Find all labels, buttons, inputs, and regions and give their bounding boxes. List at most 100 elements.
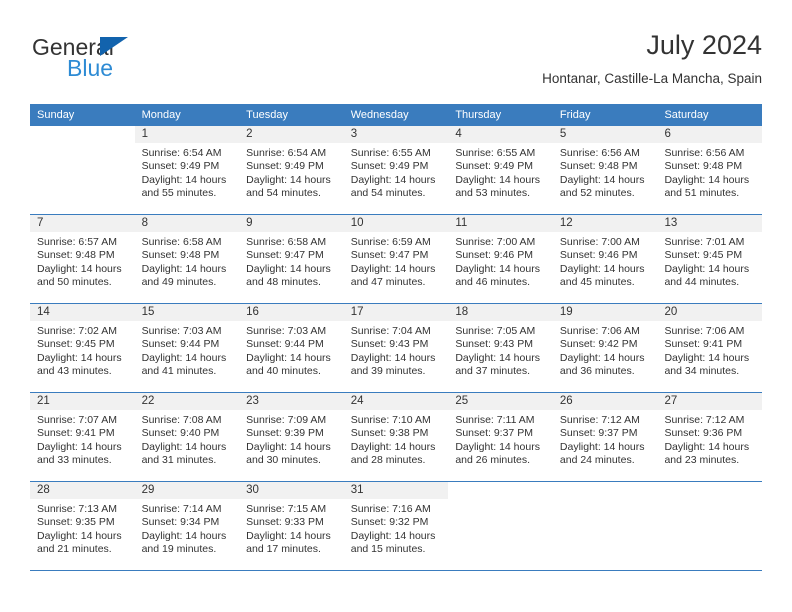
calendar-day-cell[interactable]: 8 Sunrise: 6:58 AM Sunset: 9:48 PM Daylight… bbox=[134, 215, 240, 303]
sunset-text: Sunset: 9:48 PM bbox=[559, 160, 638, 173]
sunrise-text: Sunrise: 6:57 AM bbox=[37, 236, 117, 248]
sunset-text: Sunset: 9:42 PM bbox=[559, 338, 638, 351]
title-block: July 2024 Hontanar, Castille-La Mancha, … bbox=[542, 28, 762, 87]
day-number: 25 bbox=[448, 393, 553, 410]
calendar-day-cell[interactable]: 11 Sunrise: 7:00 AM Sunset: 9:46 PM Dayligh… bbox=[448, 215, 553, 303]
daylight-text-line2: and 45 minutes. bbox=[559, 276, 635, 289]
calendar-day-cell[interactable]: 17 Sunrise: 7:04 AM Sunset: 9:43 PM Dayligh… bbox=[343, 304, 449, 392]
day-sun-info: Sunrise: 6:55 AM Sunset: 9:49 PM Daylight:… bbox=[344, 143, 449, 201]
daylight-text-line2: and 23 minutes. bbox=[664, 454, 740, 467]
sunrise-text: Sunrise: 7:15 AM bbox=[246, 503, 327, 515]
sunset-text: Sunset: 9:49 PM bbox=[455, 160, 533, 173]
weekday-header-sunday: Sunday bbox=[37, 109, 75, 121]
calendar-day-cell[interactable]: 30 Sunrise: 7:15 AM Sunset: 9:33 PM Dayligh… bbox=[239, 482, 344, 570]
daylight-text-line2: and 50 minutes. bbox=[37, 276, 112, 289]
calendar-day-cell[interactable]: 24 Sunrise: 7:10 AM Sunset: 9:38 PM Dayligh… bbox=[343, 393, 449, 481]
sunrise-text: Sunrise: 6:58 AM bbox=[246, 236, 327, 248]
daylight-text-line2: and 19 minutes. bbox=[141, 543, 217, 556]
calendar-day-cell[interactable]: 19 Sunrise: 7:06 AM Sunset: 9:42 PM Dayligh… bbox=[552, 304, 658, 392]
day-sun-info: Sunrise: 7:09 AM Sunset: 9:39 PM Daylight:… bbox=[239, 410, 344, 468]
calendar-day-cell[interactable]: 29 Sunrise: 7:14 AM Sunset: 9:34 PM Dayligh… bbox=[134, 482, 240, 570]
daylight-text-line1: Daylight: 14 hours bbox=[559, 440, 645, 453]
day-number: 21 bbox=[30, 393, 135, 410]
sunrise-text: Sunrise: 7:12 AM bbox=[559, 414, 640, 426]
day-sun-info: Sunrise: 6:55 AM Sunset: 9:49 PM Daylight:… bbox=[448, 143, 553, 201]
calendar-day-cell[interactable]: 1 Sunrise: 6:54 AM Sunset: 9:49 PM Daylight… bbox=[134, 126, 240, 214]
sunrise-text: Sunrise: 6:56 AM bbox=[559, 147, 640, 159]
calendar-day-cell[interactable]: 10 Sunrise: 6:59 AM Sunset: 9:47 PM Dayligh… bbox=[343, 215, 449, 303]
daylight-text-line2: and 49 minutes. bbox=[141, 276, 217, 289]
calendar-day-cell[interactable]: 13 Sunrise: 7:01 AM Sunset: 9:45 PM Dayligh… bbox=[657, 215, 763, 303]
day-sun-info: Sunrise: 6:56 AM Sunset: 9:48 PM Daylight:… bbox=[657, 143, 762, 201]
sunrise-text: Sunrise: 7:02 AM bbox=[37, 325, 117, 337]
calendar-day-cell[interactable]: 18 Sunrise: 7:05 AM Sunset: 9:43 PM Dayligh… bbox=[448, 304, 553, 392]
sunset-text: Sunset: 9:43 PM bbox=[350, 338, 429, 351]
day-sun-info: Sunrise: 7:05 AM Sunset: 9:43 PM Daylight:… bbox=[448, 321, 553, 379]
calendar-day-cell-empty bbox=[552, 482, 658, 570]
daylight-text-line1: Daylight: 14 hours bbox=[141, 351, 227, 364]
calendar-day-cell[interactable]: 22 Sunrise: 7:08 AM Sunset: 9:40 PM Dayligh… bbox=[134, 393, 240, 481]
day-number: 3 bbox=[343, 126, 449, 143]
triangle-icon bbox=[100, 37, 128, 56]
day-number: 1 bbox=[134, 126, 240, 143]
daylight-text-line2: and 26 minutes. bbox=[455, 454, 531, 467]
day-number bbox=[448, 482, 553, 499]
calendar-day-cell[interactable]: 2 Sunrise: 6:54 AM Sunset: 9:49 PM Daylight… bbox=[239, 126, 344, 214]
calendar-day-cell[interactable]: 9 Sunrise: 6:58 AM Sunset: 9:47 PM Daylight… bbox=[239, 215, 344, 303]
sunset-text: Sunset: 9:41 PM bbox=[664, 338, 743, 351]
sunset-text: Sunset: 9:38 PM bbox=[350, 427, 429, 440]
sunrise-text: Sunrise: 7:05 AM bbox=[455, 325, 536, 337]
daylight-text-line2: and 43 minutes. bbox=[37, 365, 112, 378]
calendar-day-cell[interactable]: 12 Sunrise: 7:00 AM Sunset: 9:46 PM Dayligh… bbox=[552, 215, 658, 303]
daylight-text-line2: and 48 minutes. bbox=[246, 276, 321, 289]
calendar-day-cell[interactable]: 31 Sunrise: 7:16 AM Sunset: 9:32 PM Dayligh… bbox=[343, 482, 449, 570]
calendar-day-cell[interactable]: 7 Sunrise: 6:57 AM Sunset: 9:48 PM Daylight… bbox=[30, 215, 135, 303]
calendar-day-cell[interactable]: 25 Sunrise: 7:11 AM Sunset: 9:37 PM Dayligh… bbox=[448, 393, 553, 481]
sunrise-text: Sunrise: 7:14 AM bbox=[141, 503, 222, 515]
calendar-day-cell[interactable]: 14 Sunrise: 7:02 AM Sunset: 9:45 PM Dayligh… bbox=[30, 304, 135, 392]
logo-text-blue: Blue bbox=[67, 55, 114, 81]
daylight-text-line1: Daylight: 14 hours bbox=[455, 173, 540, 186]
calendar-day-cell[interactable]: 4 Sunrise: 6:55 AM Sunset: 9:49 PM Daylight… bbox=[448, 126, 553, 214]
day-number: 31 bbox=[343, 482, 449, 499]
calendar-day-cell[interactable]: 3 Sunrise: 6:55 AM Sunset: 9:49 PM Daylight… bbox=[343, 126, 449, 214]
day-sun-info: Sunrise: 7:08 AM Sunset: 9:40 PM Daylight:… bbox=[135, 410, 240, 468]
daylight-text-line1: Daylight: 14 hours bbox=[246, 351, 331, 364]
daylight-text-line1: Daylight: 14 hours bbox=[664, 351, 750, 364]
calendar-day-cell[interactable]: 5 Sunrise: 6:56 AM Sunset: 9:48 PM Daylight… bbox=[552, 126, 658, 214]
day-number: 23 bbox=[239, 393, 344, 410]
calendar-day-cell[interactable]: 20 Sunrise: 7:06 AM Sunset: 9:41 PM Dayligh… bbox=[657, 304, 763, 392]
sunset-text: Sunset: 9:46 PM bbox=[455, 249, 533, 262]
daylight-text-line2: and 52 minutes. bbox=[559, 187, 635, 200]
day-sun-info: Sunrise: 7:01 AM Sunset: 9:45 PM Daylight:… bbox=[657, 232, 762, 290]
day-number: 24 bbox=[343, 393, 449, 410]
day-number: 11 bbox=[448, 215, 553, 232]
calendar-day-cell[interactable]: 27 Sunrise: 7:12 AM Sunset: 9:36 PM Dayligh… bbox=[657, 393, 763, 481]
day-number: 9 bbox=[239, 215, 344, 232]
daylight-text-line2: and 31 minutes. bbox=[141, 454, 217, 467]
calendar-day-cell[interactable]: 23 Sunrise: 7:09 AM Sunset: 9:39 PM Dayligh… bbox=[239, 393, 344, 481]
calendar-day-cell[interactable]: 16 Sunrise: 7:03 AM Sunset: 9:44 PM Dayligh… bbox=[239, 304, 344, 392]
sunset-text: Sunset: 9:49 PM bbox=[246, 160, 324, 173]
sunrise-text: Sunrise: 7:09 AM bbox=[246, 414, 327, 426]
sunset-text: Sunset: 9:49 PM bbox=[350, 160, 429, 173]
day-sun-info: Sunrise: 7:06 AM Sunset: 9:41 PM Daylight:… bbox=[657, 321, 762, 379]
sunrise-text: Sunrise: 6:56 AM bbox=[664, 147, 745, 159]
calendar-day-cell[interactable]: 28 Sunrise: 7:13 AM Sunset: 9:35 PM Dayligh… bbox=[30, 482, 135, 570]
sunrise-text: Sunrise: 7:03 AM bbox=[246, 325, 327, 337]
sunrise-text: Sunrise: 7:11 AM bbox=[455, 414, 535, 426]
calendar-week-row: 1 Sunrise: 6:54 AM Sunset: 9:49 PM Daylight… bbox=[30, 126, 763, 215]
daylight-text-line1: Daylight: 14 hours bbox=[559, 262, 645, 275]
calendar-day-cell[interactable]: 21 Sunrise: 7:07 AM Sunset: 9:41 PM Dayligh… bbox=[30, 393, 135, 481]
daylight-text-line1: Daylight: 14 hours bbox=[141, 262, 227, 275]
weekday-header-monday: Monday bbox=[141, 109, 181, 121]
sunrise-text: Sunrise: 7:04 AM bbox=[350, 325, 431, 337]
calendar-day-cell[interactable]: 15 Sunrise: 7:03 AM Sunset: 9:44 PM Dayligh… bbox=[134, 304, 240, 392]
calendar-day-cell[interactable]: 26 Sunrise: 7:12 AM Sunset: 9:37 PM Dayligh… bbox=[552, 393, 658, 481]
day-sun-info: Sunrise: 7:16 AM Sunset: 9:32 PM Daylight:… bbox=[344, 499, 449, 557]
daylight-text-line1: Daylight: 14 hours bbox=[37, 529, 122, 542]
calendar-day-cell[interactable]: 6 Sunrise: 6:56 AM Sunset: 9:48 PM Daylight… bbox=[657, 126, 763, 214]
daylight-text-line2: and 41 minutes. bbox=[141, 365, 217, 378]
day-number: 29 bbox=[134, 482, 240, 499]
weekday-header-row: Sunday Monday Tuesday Wednesday Thursday… bbox=[30, 104, 762, 126]
